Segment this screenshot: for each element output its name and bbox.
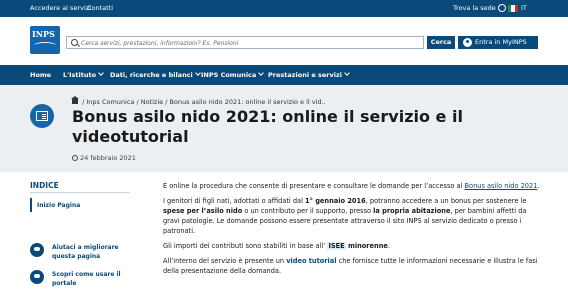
divider <box>30 192 130 193</box>
site-header: INPS Cerca Entra in MyINPS <box>0 17 568 65</box>
logo-text: INPS <box>32 29 55 39</box>
index-title: INDICE <box>30 181 59 190</box>
publish-date: 24 febbraio 2021 <box>72 154 136 162</box>
chevron-down-icon <box>98 70 104 76</box>
breadcrumb: / Inps Comunica / Notizie / Bonus asilo … <box>71 96 326 106</box>
myinps-login-button[interactable]: Entra in MyINPS <box>458 36 538 49</box>
active-indicator <box>30 198 32 212</box>
portal-guide-link[interactable]: Scopri come usare il portale <box>30 270 140 290</box>
clock-icon <box>72 155 78 161</box>
nav-item-home[interactable]: Home <box>30 71 51 79</box>
guide-icon <box>30 270 44 284</box>
chevron-down-icon <box>194 70 201 76</box>
paragraph-4: All’interno del servizio è presente un v… <box>163 257 538 275</box>
nav-item-inps-comunica[interactable]: INPS Comunica <box>201 70 265 79</box>
paragraph-3: Gli importi dei contributi sono stabilit… <box>163 242 391 250</box>
isee-glossary-term[interactable]: ISEE <box>327 242 346 250</box>
access-services-link[interactable]: Accedere ai servizi <box>30 4 91 12</box>
feedback-icon <box>30 243 44 257</box>
search-input[interactable] <box>81 38 421 48</box>
language-selector[interactable]: IT <box>521 4 527 12</box>
chevron-down-icon <box>344 70 350 76</box>
nav-item-istituto[interactable]: L'Istituto <box>63 70 104 79</box>
paragraph-1: È online la procedura che consente di pr… <box>163 182 540 190</box>
guide-label: Scopri come usare il portale <box>52 271 121 287</box>
news-icon <box>30 104 54 128</box>
page-title: Bonus asilo nido 2021: online il servizi… <box>72 107 463 146</box>
find-office-link[interactable]: Trova la sede <box>453 4 496 12</box>
paragraph-2: I genitori di figli nati, adottati o aff… <box>163 197 527 235</box>
search-box[interactable] <box>66 36 424 49</box>
nav-label: Prestazioni e servizi <box>268 71 342 79</box>
nav-label: Dati, ricerche e bilanci <box>110 71 193 79</box>
home-icon[interactable] <box>71 96 79 104</box>
nav-item-dati[interactable]: Dati, ricerche e bilanci <box>110 70 201 79</box>
nav-item-prestazioni[interactable]: Prestazioni e servizi <box>268 70 350 79</box>
feedback-link[interactable]: Aiutaci a migliorare questa pagina <box>30 243 140 263</box>
article-body: È online la procedura che consente di pr… <box>163 181 543 281</box>
chevron-down-icon <box>258 70 265 76</box>
date-text: 24 febbraio 2021 <box>80 154 136 162</box>
top-utility-bar: Accedere ai servizi Contatti Trova la se… <box>0 0 568 17</box>
login-label: Entra in MyINPS <box>475 38 527 46</box>
contacts-link[interactable]: Contatti <box>87 4 113 12</box>
bonus-link[interactable]: Bonus asilo nido 2021 <box>465 182 538 190</box>
search-button[interactable]: Cerca <box>427 36 455 49</box>
search-icon <box>71 39 78 46</box>
index-link-top[interactable]: Inizio Pagina <box>37 202 80 209</box>
feedback-label: Aiutaci a migliorare questa pagina <box>52 244 119 260</box>
video-tutorial-term: video tutorial <box>286 257 337 265</box>
user-icon <box>463 38 472 47</box>
breadcrumb-path[interactable]: / Inps Comunica / Notizie / Bonus asilo … <box>82 98 326 106</box>
nav-label: INPS Comunica <box>201 71 257 79</box>
inps-logo[interactable]: INPS <box>30 26 60 54</box>
nav-label: Home <box>30 71 52 79</box>
italy-flag-icon[interactable] <box>508 5 518 12</box>
main-navigation: Home L'Istituto Dati, ricerche e bilanci… <box>0 65 568 85</box>
logo-arc-icon <box>34 42 56 49</box>
location-icon[interactable] <box>498 4 506 12</box>
nav-label: L'Istituto <box>63 71 97 79</box>
